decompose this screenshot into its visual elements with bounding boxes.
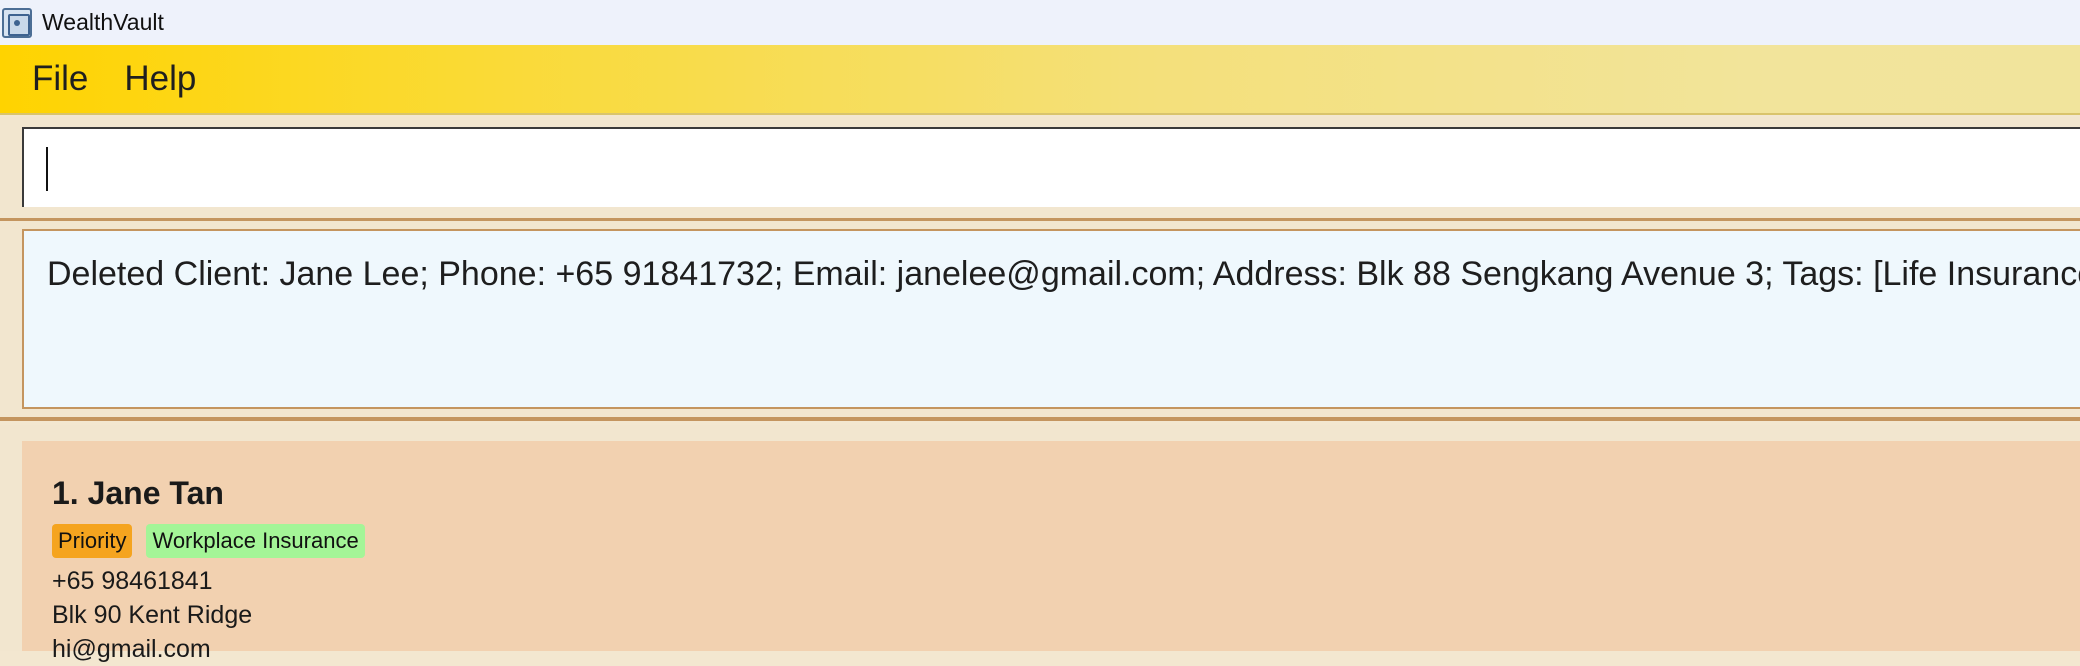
command-panel bbox=[0, 117, 2080, 221]
client-list[interactable]: 1. Jane Tan Priority Workplace Insurance… bbox=[0, 425, 2080, 663]
client-tags: Priority Workplace Insurance bbox=[52, 524, 2080, 558]
result-display: Deleted Client: Jane Lee; Phone: +65 918… bbox=[22, 229, 2080, 409]
command-input[interactable] bbox=[24, 129, 2080, 207]
client-card[interactable]: 1. Jane Tan Priority Workplace Insurance… bbox=[22, 441, 2080, 663]
result-panel: Deleted Client: Jane Lee; Phone: +65 918… bbox=[0, 221, 2080, 421]
menu-bar: File Help bbox=[0, 45, 2080, 115]
menu-help[interactable]: Help bbox=[124, 59, 196, 99]
result-message: Deleted Client: Jane Lee; Phone: +65 918… bbox=[47, 255, 2080, 293]
safe-icon bbox=[2, 7, 32, 38]
command-box[interactable] bbox=[22, 127, 2080, 207]
menu-file[interactable]: File bbox=[32, 59, 88, 99]
window-title: WealthVault bbox=[42, 9, 164, 35]
client-phone: +65 98461841 bbox=[52, 567, 213, 595]
text-caret bbox=[46, 147, 48, 191]
title-bar: WealthVault bbox=[0, 0, 2080, 45]
tag-priority: Priority bbox=[52, 524, 133, 558]
client-name: 1. Jane Tan bbox=[52, 475, 224, 511]
client-address: Blk 90 Kent Ridge bbox=[52, 601, 253, 629]
tag-workplace-insurance: Workplace Insurance bbox=[146, 524, 365, 558]
client-email: hi@gmail.com bbox=[52, 635, 211, 663]
